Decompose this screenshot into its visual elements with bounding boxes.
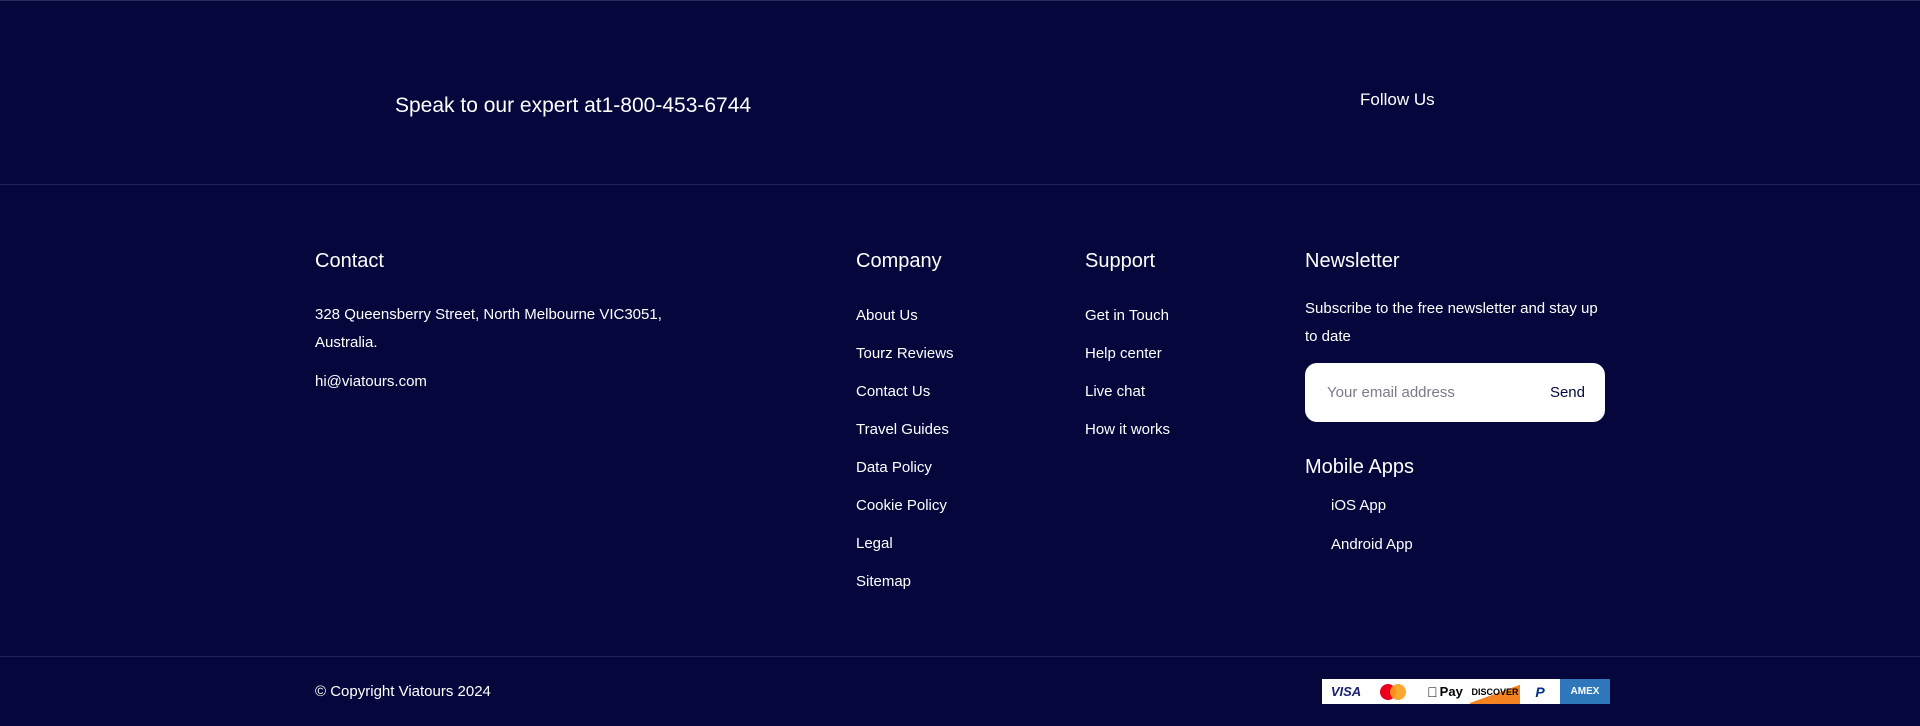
copyright-text: © Copyright Viatours 2024: [315, 683, 491, 700]
company-link-cookie-policy[interactable]: Cookie Policy: [856, 497, 947, 514]
contact-email-link[interactable]: hi@viatours.com: [315, 373, 427, 390]
support-title: Support: [1085, 250, 1156, 272]
mobile-apps-title: Mobile Apps: [1305, 456, 1414, 478]
android-app-link[interactable]: Android App: [1331, 536, 1413, 553]
company-link-data-policy[interactable]: Data Policy: [856, 459, 932, 476]
mastercard-icon: [1370, 679, 1420, 704]
support-link-help-center[interactable]: Help center: [1085, 345, 1162, 362]
contact-address: 328 Queensberry Street, North Melbourne …: [315, 306, 662, 351]
newsletter-title: Newsletter: [1305, 250, 1400, 272]
apple-pay-icon: Pay: [1427, 684, 1463, 700]
expert-phone-text[interactable]: Speak to our expert at1-800-453-6744: [395, 94, 751, 118]
discover-icon: DISCOVER: [1470, 679, 1520, 704]
company-link-contact-us[interactable]: Contact Us: [856, 383, 930, 400]
divider: [0, 184, 1920, 185]
amex-icon: AMEX: [1560, 679, 1610, 704]
support-link-live-chat[interactable]: Live chat: [1085, 383, 1145, 400]
follow-us-label: Follow Us: [1360, 90, 1435, 109]
payment-methods: VISA Pay DISCOVER P AMEX: [1322, 679, 1610, 704]
company-link-about-us[interactable]: About Us: [856, 307, 918, 324]
newsletter-send-button[interactable]: Send: [1550, 384, 1585, 401]
company-link-legal[interactable]: Legal: [856, 535, 893, 552]
visa-icon: VISA: [1330, 684, 1362, 699]
contact-title: Contact: [315, 250, 384, 272]
company-link-tourz-reviews[interactable]: Tourz Reviews: [856, 345, 954, 362]
support-link-get-in-touch[interactable]: Get in Touch: [1085, 307, 1169, 324]
newsletter-email-input[interactable]: [1325, 383, 1550, 402]
divider: [0, 656, 1920, 657]
ios-app-link[interactable]: iOS App: [1331, 497, 1386, 514]
support-link-how-it-works[interactable]: How it works: [1085, 421, 1170, 438]
company-title: Company: [856, 250, 942, 272]
company-link-travel-guides[interactable]: Travel Guides: [856, 421, 949, 438]
newsletter-description: Subscribe to the free newsletter and sta…: [1305, 300, 1598, 345]
paypal-icon: P: [1535, 683, 1545, 700]
newsletter-form: Send: [1305, 363, 1605, 422]
company-link-sitemap[interactable]: Sitemap: [856, 573, 911, 590]
top-border: [0, 0, 1920, 1]
